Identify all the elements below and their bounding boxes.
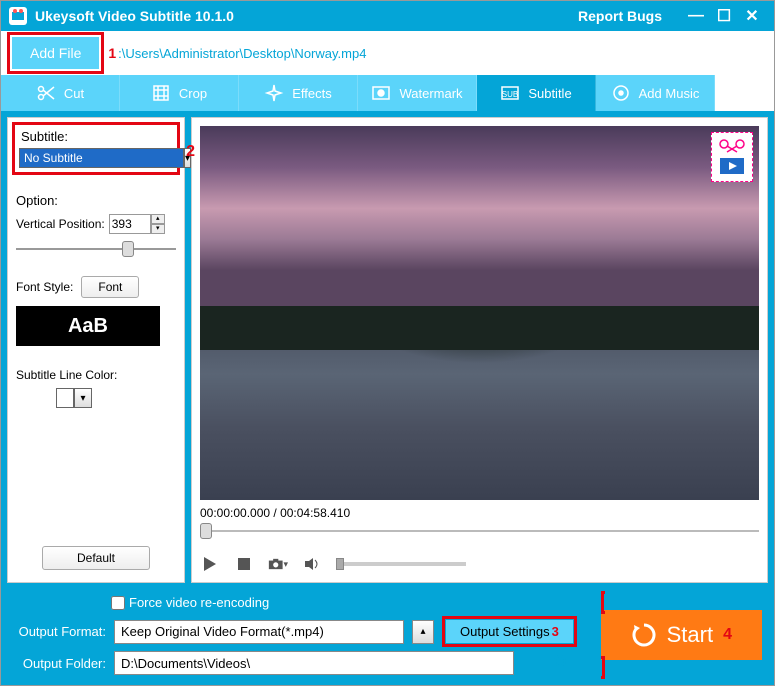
line-color-swatch[interactable]: [56, 388, 74, 408]
seek-slider[interactable]: [200, 522, 759, 540]
annotation-2: 2: [186, 143, 195, 161]
tab-subtitle-label: Subtitle: [528, 86, 571, 101]
tab-watermark[interactable]: Watermark: [358, 75, 477, 111]
video-preview: [200, 126, 759, 500]
vertical-position-input[interactable]: [109, 214, 151, 234]
crop-icon: [151, 83, 171, 103]
annotation-1: 1: [108, 45, 116, 61]
font-preview: AaB: [16, 306, 160, 346]
force-reencode-checkbox[interactable]: [111, 596, 125, 610]
option-label: Option:: [16, 193, 176, 208]
tab-add-music-label: Add Music: [639, 86, 700, 101]
play-button[interactable]: [200, 554, 220, 574]
annotation-3: 3: [552, 624, 559, 639]
annotation-4: 4: [723, 626, 732, 644]
output-folder-input[interactable]: [114, 651, 514, 675]
output-format-dropdown[interactable]: ▴: [412, 620, 434, 644]
minimize-button[interactable]: —: [682, 7, 710, 25]
watermark-icon: [371, 83, 391, 103]
open-folder-icon[interactable]: [552, 653, 572, 673]
tab-blank: [715, 75, 774, 111]
video-edit-icon[interactable]: [711, 132, 753, 182]
browse-folder-icon[interactable]: [526, 653, 546, 673]
tab-cut-label: Cut: [64, 86, 84, 101]
scissors-icon: [36, 83, 56, 103]
tab-crop-label: Crop: [179, 86, 207, 101]
add-file-button[interactable]: Add File: [12, 37, 99, 69]
font-button[interactable]: Font: [81, 276, 139, 298]
force-reencode-label: Force video re-encoding: [129, 595, 269, 610]
subtitle-icon: SUB: [500, 83, 520, 103]
stop-button[interactable]: [234, 554, 254, 574]
refresh-icon: [631, 622, 657, 648]
tab-effects[interactable]: Effects: [239, 75, 358, 111]
tab-watermark-label: Watermark: [399, 86, 462, 101]
subtitle-select[interactable]: [19, 148, 184, 168]
default-button[interactable]: Default: [42, 546, 150, 570]
app-icon: [9, 7, 27, 25]
file-path: :\Users\Administrator\Desktop\Norway.mp4: [118, 46, 366, 61]
vertical-position-label: Vertical Position:: [16, 217, 105, 231]
close-button[interactable]: ✕: [738, 6, 766, 26]
time-display: 00:00:00.000 / 00:04:58.410: [200, 506, 759, 520]
output-format-select[interactable]: [114, 620, 404, 644]
svg-text:SUB: SUB: [502, 90, 518, 99]
tab-cut[interactable]: Cut: [1, 75, 120, 111]
output-settings-button[interactable]: Output Settings3: [446, 620, 573, 643]
subtitle-label: Subtitle:: [21, 129, 173, 144]
output-folder-label: Output Folder:: [11, 656, 106, 671]
volume-icon[interactable]: [302, 554, 322, 574]
output-format-label: Output Format:: [11, 624, 106, 639]
tab-effects-label: Effects: [292, 86, 332, 101]
maximize-button[interactable]: ☐: [710, 6, 738, 26]
music-icon: [611, 83, 631, 103]
line-color-label: Subtitle Line Color:: [16, 368, 176, 382]
snapshot-button[interactable]: ▾: [268, 554, 288, 574]
tab-subtitle[interactable]: SUB Subtitle: [477, 75, 596, 111]
tab-add-music[interactable]: Add Music: [596, 75, 715, 111]
report-bugs-link[interactable]: Report Bugs: [578, 8, 662, 24]
font-style-label: Font Style:: [16, 280, 73, 294]
volume-slider[interactable]: [336, 562, 466, 566]
effects-icon: [264, 83, 284, 103]
tab-crop[interactable]: Crop: [120, 75, 239, 111]
app-title: Ukeysoft Video Subtitle 10.1.0: [35, 8, 578, 24]
vpos-spin-down[interactable]: ▾: [151, 224, 165, 234]
line-color-dropdown[interactable]: ▾: [74, 388, 92, 408]
vertical-position-slider[interactable]: [16, 240, 176, 258]
vpos-spin-up[interactable]: ▴: [151, 214, 165, 224]
start-button[interactable]: Start 4: [601, 610, 762, 660]
